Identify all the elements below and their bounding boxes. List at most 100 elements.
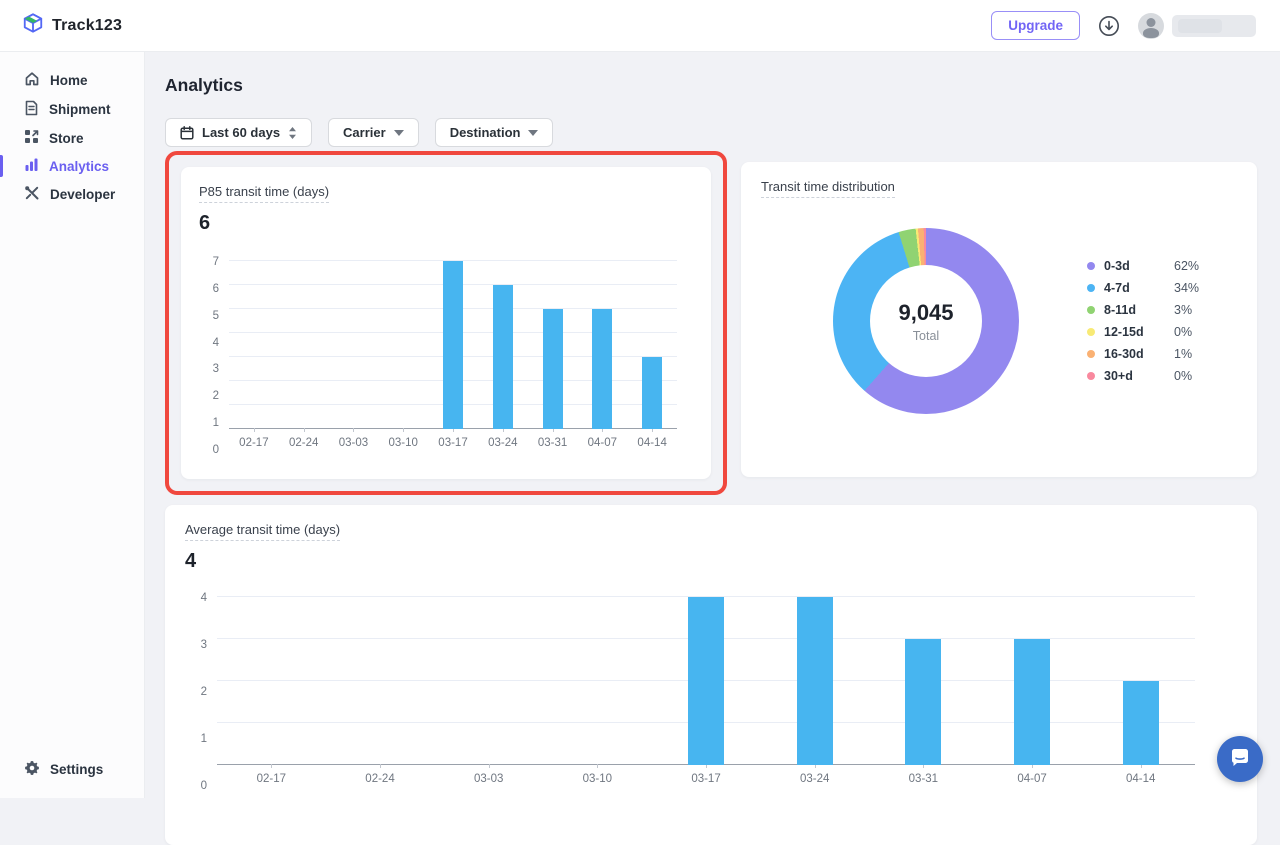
document-icon (24, 100, 39, 119)
bar-slot (229, 261, 279, 429)
x-tick-label: 02-24 (279, 429, 329, 449)
legend-dot (1087, 306, 1095, 314)
bar-slot (760, 597, 869, 765)
legend-label: 16-30d (1104, 347, 1164, 361)
average-transit-time-card: Average transit time (days) 4 01234 02-1… (165, 505, 1257, 845)
legend-item[interactable]: 30+d0% (1087, 365, 1199, 387)
sidebar-item-store[interactable]: Store (0, 124, 144, 152)
bar (543, 309, 563, 429)
x-tick-label: 03-03 (329, 429, 379, 449)
destination-value: Destination (450, 125, 521, 140)
legend-label: 8-11d (1104, 303, 1164, 317)
y-tick-label: 1 (181, 733, 207, 745)
chat-bubble-icon (1228, 746, 1252, 773)
highlight-rectangle: P85 transit time (days) 6 01234567 02-17… (165, 151, 727, 495)
sidebar-item-label: Developer (50, 187, 115, 202)
donut-total-label: Total (913, 329, 939, 343)
sidebar-item-home[interactable]: Home (0, 66, 144, 95)
legend-percent: 3% (1174, 303, 1192, 317)
y-tick-label: 4 (193, 337, 219, 349)
bar (642, 357, 662, 429)
legend-item[interactable]: 0-3d62% (1087, 255, 1199, 277)
brand-box-icon (22, 12, 44, 39)
sidebar-item-developer[interactable]: Developer (0, 180, 144, 209)
download-icon[interactable] (1098, 15, 1120, 37)
legend-label: 12-15d (1104, 325, 1164, 339)
y-tick-label: 0 (193, 444, 219, 456)
y-tick-label: 5 (193, 310, 219, 322)
x-tick-label: 03-17 (428, 429, 478, 449)
legend-item[interactable]: 12-15d0% (1087, 321, 1199, 343)
bar-slot (279, 261, 329, 429)
topbar-right: Upgrade (991, 11, 1258, 40)
bar-slot (434, 597, 543, 765)
y-tick-label: 2 (181, 686, 207, 698)
card-title: Transit time distribution (761, 179, 895, 198)
sidebar-item-analytics[interactable]: Analytics (0, 152, 144, 180)
bar-slot (543, 597, 652, 765)
legend-dot (1087, 372, 1095, 380)
topbar: Track123 Upgrade (0, 0, 1280, 52)
store-icon (24, 129, 39, 147)
plot-area (217, 597, 1195, 765)
legend-item[interactable]: 8-11d 3% (1087, 299, 1199, 321)
x-tick-label: 03-24 (478, 429, 528, 449)
bar-slot (978, 597, 1087, 765)
gear-icon (24, 760, 40, 779)
legend-percent: 34% (1174, 281, 1199, 295)
sidebar-item-settings[interactable]: Settings (0, 755, 144, 784)
p85-headline-value: 6 (199, 212, 693, 235)
card-title: P85 transit time (days) (199, 184, 329, 203)
x-tick-label: 03-10 (378, 429, 428, 449)
sort-arrows-icon (288, 127, 297, 139)
x-tick-label: 03-10 (543, 765, 652, 785)
bar-slot (528, 261, 578, 429)
legend-item[interactable]: 4-7d34% (1087, 277, 1199, 299)
carrier-filter[interactable]: Carrier (328, 118, 419, 147)
page-title: Analytics (165, 75, 1257, 96)
bar-slot (869, 597, 978, 765)
brand-logo[interactable]: Track123 (22, 12, 122, 39)
bar (1014, 639, 1050, 765)
bar (592, 309, 612, 429)
calendar-icon (180, 126, 194, 140)
legend-label: 0-3d (1104, 259, 1164, 273)
y-tick-label: 6 (193, 283, 219, 295)
x-tick-label: 02-17 (217, 765, 326, 785)
bar-slot (1086, 597, 1195, 765)
bar (1123, 681, 1159, 765)
card-title: Average transit time (days) (185, 522, 340, 541)
sidebar-item-shipment[interactable]: Shipment (0, 95, 144, 124)
y-tick-label: 2 (193, 390, 219, 402)
x-tick-label: 03-31 (528, 429, 578, 449)
carrier-value: Carrier (343, 125, 386, 140)
x-axis: 02-1702-2403-0303-1003-1703-2403-3104-07… (229, 429, 677, 449)
y-tick-label: 4 (181, 592, 207, 604)
p85-transit-time-card: P85 transit time (days) 6 01234567 02-17… (181, 167, 711, 479)
legend-item[interactable]: 16-30d1% (1087, 343, 1199, 365)
account-menu[interactable] (1138, 13, 1258, 39)
upgrade-button[interactable]: Upgrade (991, 11, 1080, 40)
date-range-filter[interactable]: Last 60 days (165, 118, 312, 147)
plot-area (229, 261, 677, 429)
donut-center: 9,045 Total (870, 265, 982, 377)
destination-filter[interactable]: Destination (435, 118, 554, 147)
bar-slot (326, 597, 435, 765)
bar (493, 285, 513, 429)
bar-slot (478, 261, 528, 429)
tools-icon (24, 185, 40, 204)
bar (688, 597, 724, 765)
legend-label: 30+d (1104, 369, 1164, 383)
bar-slot (329, 261, 379, 429)
y-tick-label: 3 (193, 363, 219, 375)
bar (797, 597, 833, 765)
bar-slot (652, 597, 761, 765)
legend-dot (1087, 328, 1095, 336)
chat-launcher-button[interactable] (1217, 736, 1263, 782)
y-axis: 01234567 (197, 261, 223, 449)
x-axis: 02-1702-2403-0303-1003-1703-2403-3104-07… (217, 765, 1195, 785)
bar-slot (577, 261, 627, 429)
filter-bar: Last 60 days Carrier Destination (165, 118, 1257, 147)
sidebar-item-label: Home (50, 73, 88, 88)
bar (443, 261, 463, 429)
